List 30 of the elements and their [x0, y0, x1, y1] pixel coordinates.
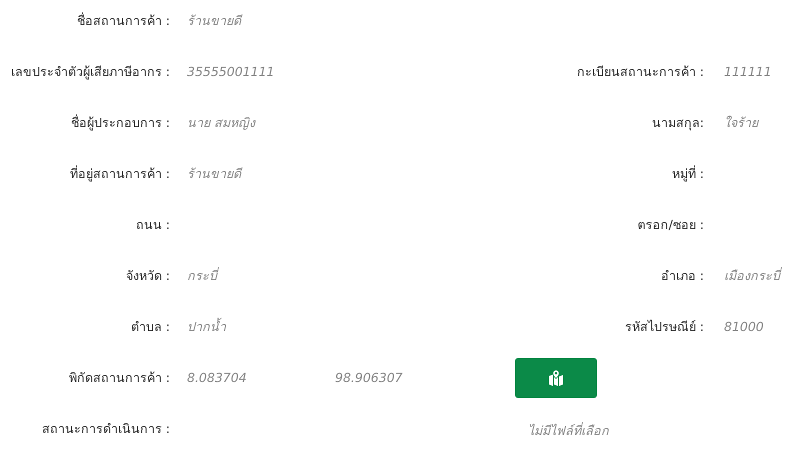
field-label: ตำบล :: [130, 318, 170, 336]
field-value: ร้านขายดี: [186, 12, 244, 30]
field-value: ใจร้าย: [724, 114, 760, 132]
field-label: ตรอก/ซอย :: [638, 216, 705, 234]
map-button[interactable]: [515, 358, 597, 398]
field-value: นาย สมหญิง: [186, 114, 257, 132]
field-label: กะเบียนสถานะการค้า :: [576, 62, 705, 80]
map-pin-icon: [549, 370, 563, 386]
field-label: ชื่อผู้ประกอบการ :: [70, 113, 170, 132]
field-label: ที่อยู่สถานการค้า :: [68, 164, 170, 184]
field-value: เมืองกระบี่: [724, 266, 783, 284]
field-value: ปากน้ำ: [186, 316, 227, 336]
field-value: ร้านขายดี: [186, 164, 244, 182]
field-label: อำเภอ :: [660, 266, 705, 284]
field-value: กระบี่: [186, 266, 220, 284]
field-value: 81000: [724, 318, 765, 336]
field-value: 111111: [724, 62, 773, 80]
field-label: จังหวัด :: [124, 266, 170, 284]
field-label: หมู่ที่ :: [672, 164, 705, 184]
field-label: รหัสไปรษณีย์ :: [624, 318, 705, 336]
latitude-value: 8.083704: [186, 368, 248, 386]
file-status-text: ไม่มีไฟล์ที่เลือก: [527, 421, 610, 440]
longitude-value: 98.906307: [335, 368, 404, 386]
field-label: พิกัดสถานการค้า :: [68, 368, 170, 386]
field-label: เลขประจำตัวผู้เสียภาษีอากร :: [10, 62, 170, 82]
field-value: 35555001111: [186, 62, 276, 80]
field-label: สถานะการดำเนินการ :: [40, 420, 170, 438]
field-label: ชื่อสถานการค้า :: [76, 11, 170, 30]
field-label: ถนน :: [134, 216, 170, 234]
field-label: นามสกุล:: [652, 114, 705, 132]
